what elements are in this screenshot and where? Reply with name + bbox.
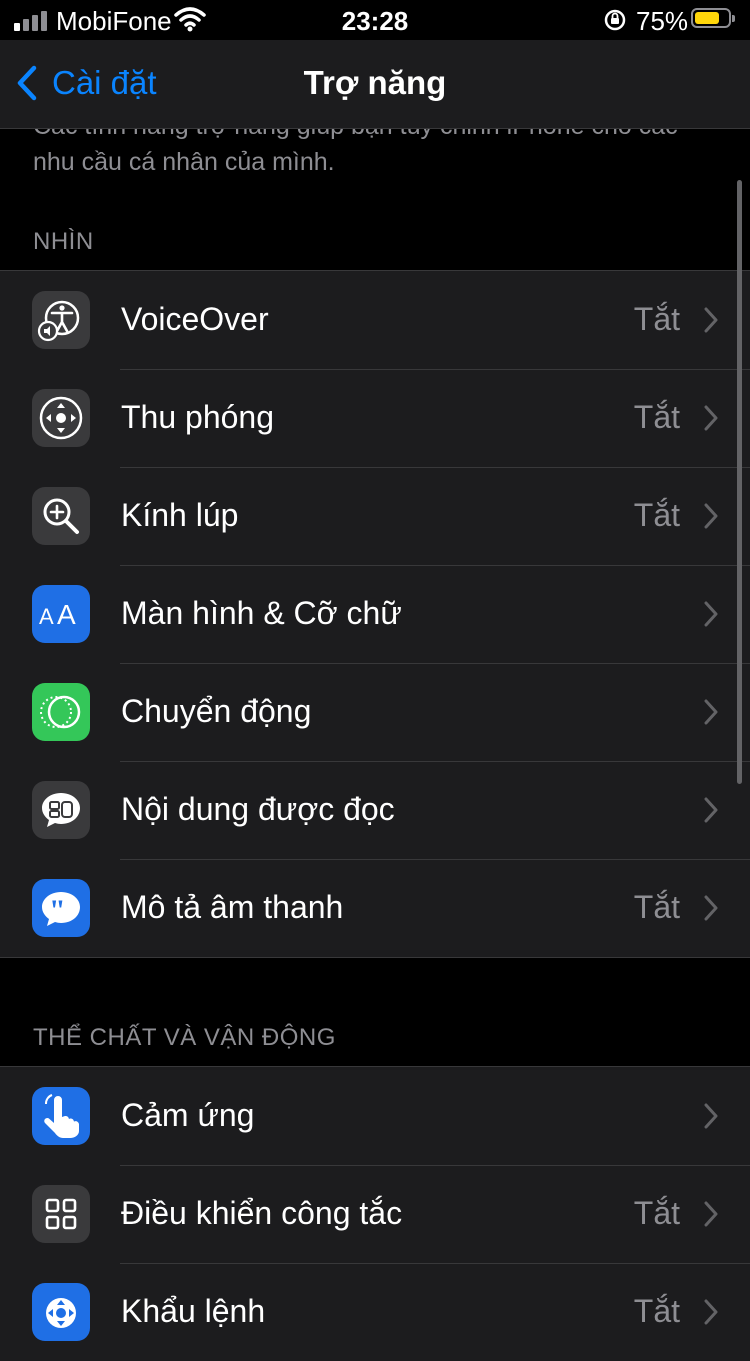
text-size-icon: A A [32,585,90,643]
settings-row-audio-descriptions[interactable]: " Mô tả âm thanh Tắt [0,859,750,957]
chevron-right-icon [704,1103,718,1134]
zoom-icon [32,389,90,447]
row-label: Thu phóng [121,399,275,435]
row-label: Màn hình & Cỡ chữ [121,595,402,631]
settings-row-touch[interactable]: Cảm ứng [0,1067,750,1165]
section-header-vision: NHÌN [33,228,94,255]
battery-percentage: 75% [636,6,689,36]
row-label: Điều khiển công tắc [121,1195,403,1231]
row-label: VoiceOver [121,301,269,337]
row-label: Mô tả âm thanh [121,889,344,925]
chevron-right-icon [704,797,718,828]
section-header-physical-motor: THỂ CHẤT VÀ VẬN ĐỘNG [33,1024,336,1051]
row-value: Tắt [633,1195,680,1231]
settings-row-voice-control[interactable]: Khẩu lệnh Tắt [0,1263,750,1361]
svg-text:": " [49,894,66,927]
chevron-right-icon [704,601,718,632]
touch-icon [32,1087,90,1145]
row-label: Kính lúp [121,497,239,533]
settings-row-voiceover[interactable]: VoiceOver Tắt [0,271,750,369]
rotation-lock-icon [603,8,627,37]
chevron-right-icon [704,307,718,338]
audio-description-icon: " [32,879,90,937]
row-label: Cảm ứng [121,1097,255,1133]
chevron-right-icon [704,1201,718,1232]
svg-text:A: A [39,604,54,629]
scrollbar[interactable] [737,180,742,784]
switch-control-icon [32,1185,90,1243]
settings-row-zoom[interactable]: Thu phóng Tắt [0,369,750,467]
settings-row-switch-control[interactable]: Điều khiển công tắc Tắt [0,1165,750,1263]
settings-row-motion[interactable]: Chuyển động [0,663,750,761]
row-value: Tắt [633,889,680,925]
battery-icon [691,8,735,28]
chevron-right-icon [704,503,718,534]
row-value: Tắt [633,1293,680,1329]
row-value: Tắt [633,399,680,435]
chevron-right-icon [704,405,718,436]
settings-group-physical-motor: Cảm ứng Điều khiển công tắc Tắt Khẩu lện… [0,1066,750,1361]
chevron-right-icon [704,895,718,926]
settings-row-magnifier[interactable]: Kính lúp Tắt [0,467,750,565]
magnifier-icon [32,487,90,545]
row-value: Tắt [633,497,680,533]
motion-icon [32,683,90,741]
row-value: Tắt [633,301,680,337]
page-title: Trợ năng [303,64,447,101]
voiceover-icon [32,291,90,349]
spoken-content-icon [32,781,90,839]
settings-row-spoken-content[interactable]: Nội dung được đọc [0,761,750,859]
svg-text:A: A [57,599,76,630]
row-label: Chuyển động [121,693,312,729]
row-label: Khẩu lệnh [121,1293,266,1329]
settings-row-display-text-size[interactable]: A A Màn hình & Cỡ chữ [0,565,750,663]
chevron-right-icon [704,1299,718,1330]
navigation-bar: Cài đặt Trợ năng [0,40,750,129]
voice-control-icon [32,1283,90,1341]
settings-group-vision: VoiceOver Tắt Thu phóng Tắt Kính lúp Tắt… [0,270,750,958]
row-label: Nội dung được đọc [121,791,395,827]
status-bar: MobiFone 23:28 75% [0,0,750,40]
chevron-right-icon [704,699,718,730]
